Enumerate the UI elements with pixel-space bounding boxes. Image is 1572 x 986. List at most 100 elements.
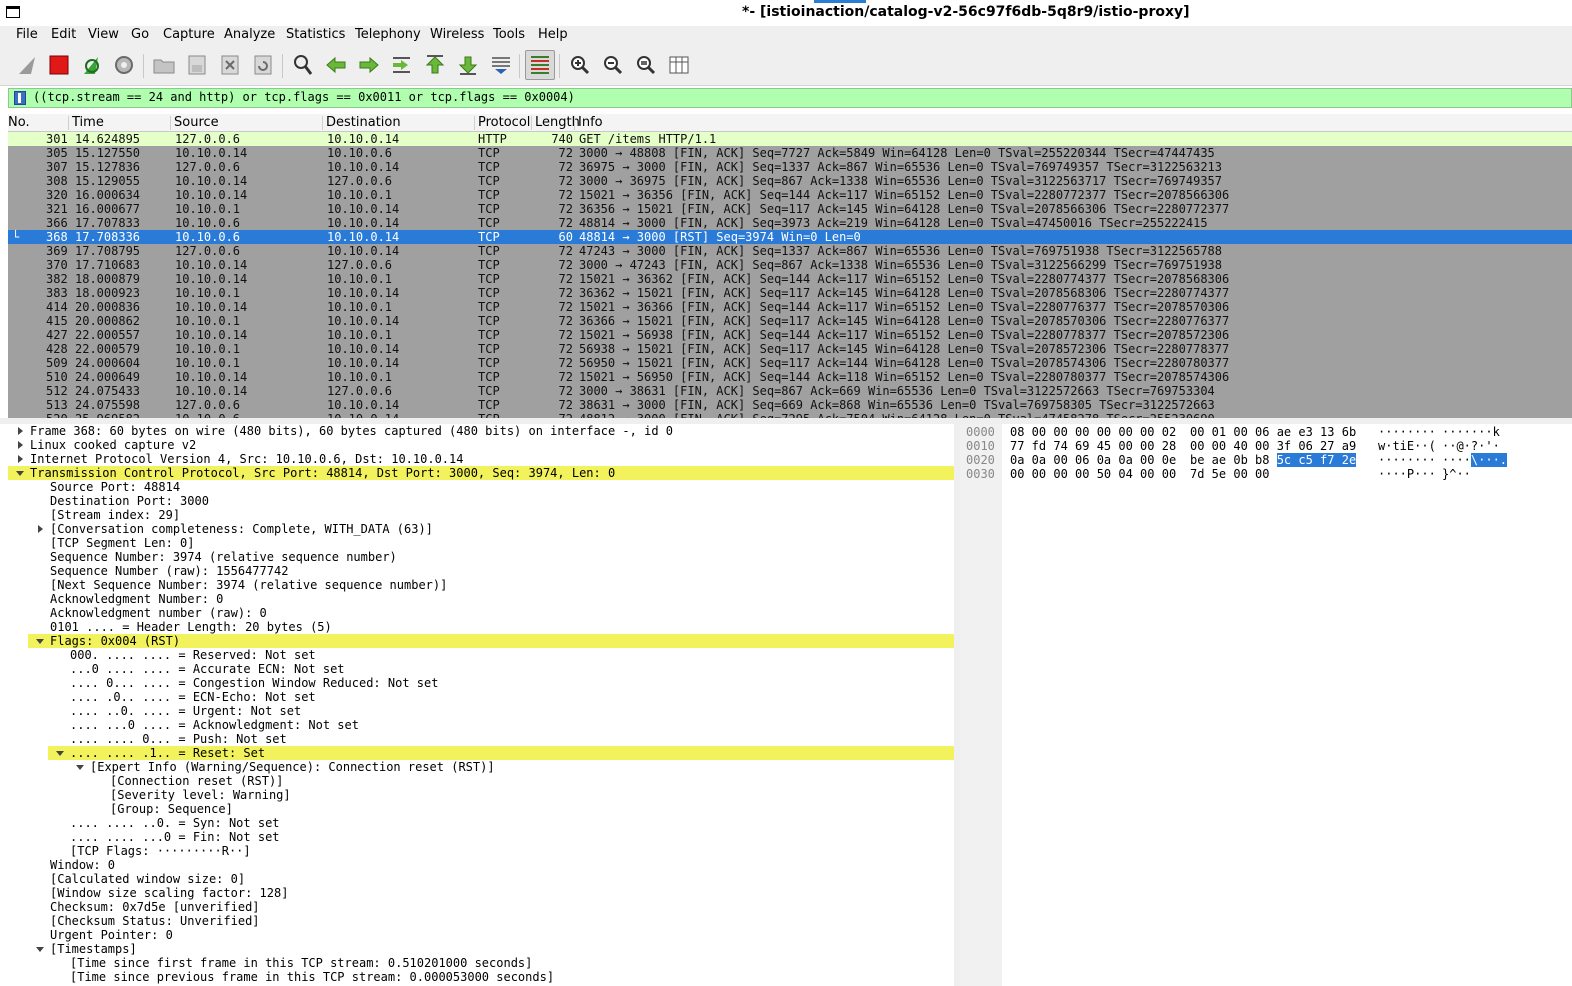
detail-row[interactable]: 0101 .... = Header Length: 20 bytes (5) <box>8 620 954 634</box>
save-file-icon[interactable] <box>182 50 212 80</box>
detail-row[interactable]: Transmission Control Protocol, Src Port:… <box>8 466 954 480</box>
menu-edit[interactable]: Edit <box>51 27 76 42</box>
column-divider[interactable] <box>170 116 171 130</box>
detail-row[interactable]: [TCP Flags: ·········R··] <box>8 844 954 858</box>
detail-row[interactable]: [Time since first frame in this TCP stre… <box>8 956 954 970</box>
packet-row[interactable]: 509 24.000604 10.10.0.1 10.10.0.14 TCP 72 5695… <box>8 356 1572 370</box>
zoom-in-icon[interactable] <box>565 50 595 80</box>
packet-bytes-pane[interactable]: 0000 08 00 00 00 00 00 00 02 ········ 00 01… <box>960 424 1572 986</box>
detail-row[interactable]: .... 0... .... = Congestion Window Reduc… <box>8 676 954 690</box>
close-file-icon[interactable] <box>215 50 245 80</box>
expanded-arrow-icon[interactable] <box>54 746 66 760</box>
go-to-packet-icon[interactable] <box>387 50 417 80</box>
detail-row[interactable]: [Time since previous frame in this TCP s… <box>8 970 954 984</box>
menu-file[interactable]: File <box>16 27 38 42</box>
packet-row[interactable]: 427 22.000557 10.10.0.14 10.10.0.1 TCP 72 1502… <box>8 328 1572 342</box>
detail-row[interactable]: ...0 .... .... = Accurate ECN: Not set <box>8 662 954 676</box>
detail-row[interactable]: .... ...0 .... = Acknowledgment: Not set <box>8 718 954 732</box>
collapsed-arrow-icon[interactable] <box>14 424 26 438</box>
detail-row[interactable]: Linux cooked capture v2 <box>8 438 954 452</box>
packet-row[interactable]: 369 17.708795 127.0.0.6 10.10.0.14 TCP 72 4724… <box>8 244 1572 258</box>
menu-wireless[interactable]: Wireless <box>430 27 484 42</box>
detail-row[interactable]: .... .0.. .... = ECN-Echo: Not set <box>8 690 954 704</box>
detail-row[interactable]: Flags: 0x004 (RST) <box>28 634 954 648</box>
packet-row[interactable]: 383 18.000923 10.10.0.1 10.10.0.14 TCP 72 3636… <box>8 286 1572 300</box>
zoom-out-icon[interactable] <box>598 50 628 80</box>
detail-row[interactable]: Window: 0 <box>8 858 954 872</box>
go-forward-icon[interactable] <box>354 50 384 80</box>
menu-statistics[interactable]: Statistics <box>286 27 345 42</box>
packet-row[interactable]: 321 16.000677 10.10.0.1 10.10.0.14 TCP 72 3635… <box>8 202 1572 216</box>
detail-row[interactable]: Urgent Pointer: 0 <box>8 928 954 942</box>
detail-row[interactable]: Acknowledgment number (raw): 0 <box>8 606 954 620</box>
detail-row[interactable]: Sequence Number (raw): 1556477742 <box>8 564 954 578</box>
col-source-header[interactable]: Source <box>174 115 219 130</box>
packet-row[interactable]: 415 20.000862 10.10.0.1 10.10.0.14 TCP 72 3636… <box>8 314 1572 328</box>
go-first-icon[interactable] <box>420 50 450 80</box>
detail-row[interactable]: [Timestamps] <box>8 942 954 956</box>
packet-row[interactable]: 366 17.707833 10.10.0.6 10.10.0.14 TCP 72 4881… <box>8 216 1572 230</box>
shark-fin-start-icon[interactable] <box>12 50 42 80</box>
detail-row[interactable]: Acknowledgment Number: 0 <box>8 592 954 606</box>
detail-row[interactable]: .... .... .1.. = Reset: Set <box>48 746 954 760</box>
packet-row[interactable]: 307 15.127836 127.0.0.6 10.10.0.14 TCP 72 3697… <box>8 160 1572 174</box>
column-divider[interactable] <box>574 116 575 130</box>
packet-row[interactable]: 428 22.000579 10.10.0.1 10.10.0.14 TCP 72 5693… <box>8 342 1572 356</box>
menu-go[interactable]: Go <box>131 27 149 42</box>
detail-row[interactable]: [Severity level: Warning] <box>8 788 954 802</box>
col-time-header[interactable]: Time <box>72 115 104 130</box>
detail-row[interactable]: [TCP Segment Len: 0] <box>8 536 954 550</box>
detail-row[interactable]: Checksum: 0x7d5e [unverified] <box>8 900 954 914</box>
open-file-icon[interactable] <box>149 50 179 80</box>
capture-options-icon[interactable] <box>109 50 139 80</box>
detail-row[interactable]: [Stream index: 29] <box>8 508 954 522</box>
packet-row[interactable]: 382 18.000879 10.10.0.14 10.10.0.1 TCP 72 1502… <box>8 272 1572 286</box>
detail-row[interactable]: [Conversation completeness: Complete, WI… <box>8 522 954 536</box>
display-filter-bar[interactable]: ((tcp.stream == 24 and http) or tcp.flag… <box>8 88 1572 108</box>
detail-row[interactable]: Destination Port: 3000 <box>8 494 954 508</box>
packet-row[interactable]: 512 24.075433 10.10.0.14 127.0.0.6 TCP 72 3000… <box>8 384 1572 398</box>
packet-row[interactable]: 305 15.127550 10.10.0.14 10.10.0.6 TCP 72 3000… <box>8 146 1572 160</box>
expanded-arrow-icon[interactable] <box>74 760 86 774</box>
packet-row[interactable]: 510 24.000649 10.10.0.14 10.10.0.1 TCP 72 1502… <box>8 370 1572 384</box>
detail-row[interactable]: Sequence Number: 3974 (relative sequence… <box>8 550 954 564</box>
expanded-arrow-icon[interactable] <box>34 634 46 648</box>
menu-help[interactable]: Help <box>538 27 568 42</box>
packet-row[interactable]: 370 17.710683 10.10.0.14 127.0.0.6 TCP 72 3000… <box>8 258 1572 272</box>
window-menu-icon[interactable] <box>6 6 20 18</box>
restart-capture-icon[interactable] <box>77 50 107 80</box>
column-divider[interactable] <box>531 116 532 130</box>
menu-capture[interactable]: Capture <box>163 27 215 42</box>
stop-capture-icon[interactable] <box>44 50 74 80</box>
detail-row[interactable]: [Checksum Status: Unverified] <box>8 914 954 928</box>
detail-row[interactable]: .... ..0. .... = Urgent: Not set <box>8 704 954 718</box>
colorize-icon[interactable] <box>525 50 555 80</box>
detail-row[interactable]: .... .... ...0 = Fin: Not set <box>8 830 954 844</box>
expanded-arrow-icon[interactable] <box>34 942 46 956</box>
packet-row[interactable]: 301 14.624895 127.0.0.6 10.10.0.14 HTTP 740 GE… <box>8 132 1572 146</box>
detail-row[interactable]: [Next Sequence Number: 3974 (relative se… <box>8 578 954 592</box>
detail-row[interactable]: Source Port: 48814 <box>8 480 954 494</box>
menu-tools[interactable]: Tools <box>493 27 525 42</box>
collapsed-arrow-icon[interactable] <box>14 452 26 466</box>
bookmark-icon[interactable] <box>14 91 26 105</box>
expanded-arrow-icon[interactable] <box>14 466 26 480</box>
detail-row[interactable]: 000. .... .... = Reserved: Not set <box>8 648 954 662</box>
packet-row[interactable]: 414 20.000836 10.10.0.14 10.10.0.1 TCP 72 1502… <box>8 300 1572 314</box>
reload-file-icon[interactable] <box>248 50 278 80</box>
menu-telephony[interactable]: Telephony <box>355 27 421 42</box>
col-destination-header[interactable]: Destination <box>326 115 401 130</box>
column-divider[interactable] <box>68 116 69 130</box>
col-no-header[interactable]: No. <box>8 115 30 130</box>
detail-row[interactable]: Frame 368: 60 bytes on wire (480 bits), … <box>8 424 954 438</box>
resize-columns-icon[interactable] <box>664 50 694 80</box>
column-divider[interactable] <box>322 116 323 130</box>
zoom-normal-icon[interactable] <box>631 50 661 80</box>
column-divider[interactable] <box>474 116 475 130</box>
packet-row[interactable]: 320 16.000634 10.10.0.14 10.10.0.1 TCP 72 1502… <box>8 188 1572 202</box>
menu-view[interactable]: View <box>88 27 119 42</box>
col-info-header[interactable]: Info <box>578 115 603 130</box>
packet-row[interactable]: └ 368 17.708336 10.10.0.6 10.10.0.14 TCP 60 488… <box>8 230 1572 244</box>
packet-row[interactable]: 308 15.129055 10.10.0.14 127.0.0.6 TCP 72 3000… <box>8 174 1572 188</box>
display-filter-input[interactable]: ((tcp.stream == 24 and http) or tcp.flag… <box>33 90 575 104</box>
